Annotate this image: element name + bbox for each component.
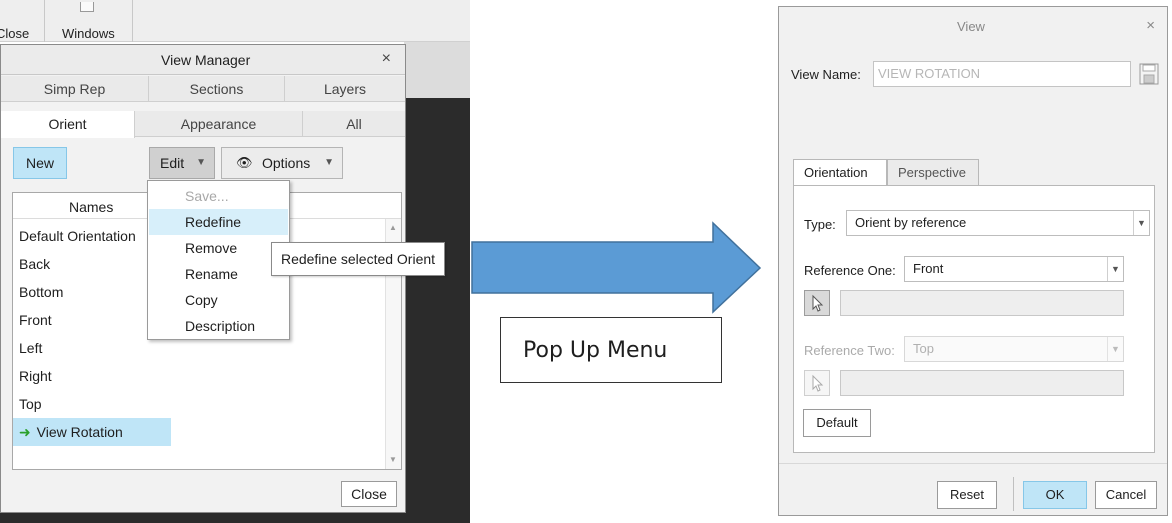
windows-icon (80, 2, 94, 12)
tab-perspective[interactable]: Perspective (887, 159, 979, 186)
reset-button[interactable]: Reset (937, 481, 997, 509)
list-item-selected[interactable]: ➜ View Rotation (13, 418, 171, 446)
edit-dropdown-menu: Save... Redefine Remove Rename Copy Desc… (147, 180, 290, 340)
footer-divider (779, 463, 1167, 464)
reference-one-label: Reference One: (804, 263, 896, 278)
callout-box: Pop Up Menu (500, 317, 722, 383)
options-menu-button[interactable]: 👁 Options ▼ (221, 147, 343, 179)
menu-item-remove[interactable]: Remove (149, 235, 288, 261)
dialog-title: View (957, 19, 985, 34)
type-select[interactable]: Orient by reference ▼ (846, 210, 1150, 236)
background-toolbar: Close Windows (0, 0, 470, 42)
dialog-title: View Manager (161, 52, 251, 68)
tab-orientation[interactable]: Orientation (793, 159, 887, 187)
selected-item-label: View Rotation (36, 424, 123, 440)
cursor-arrow-icon (812, 294, 824, 312)
view-name-field[interactable]: VIEW ROTATION (873, 61, 1131, 87)
list-item[interactable]: Top (13, 390, 171, 418)
tooltip: Redefine selected Orient (271, 242, 445, 276)
names-column-header: Names (69, 199, 114, 215)
cursor-arrow-icon (812, 374, 824, 392)
chevron-down-icon: ▼ (196, 157, 206, 168)
reference-one-pick-button[interactable] (804, 290, 830, 316)
view-dialog-titlebar: View × (779, 7, 1167, 47)
scroll-down-icon[interactable]: ▼ (389, 455, 397, 464)
callout-text: Pop Up Menu (523, 338, 668, 363)
reference-one-collector[interactable] (840, 290, 1124, 316)
type-label: Type: (804, 217, 836, 232)
toolbar-separator (44, 0, 45, 42)
edit-label: Edit (160, 155, 185, 171)
toolbar-close-label[interactable]: Close (0, 26, 29, 41)
edit-menu-button[interactable]: Edit ▼ (149, 147, 215, 179)
graphics-area (404, 42, 470, 523)
close-icon[interactable]: × (382, 50, 391, 68)
button-separator (1013, 477, 1014, 511)
scroll-up-icon[interactable]: ▲ (389, 223, 397, 232)
menu-item-redefine[interactable]: Redefine (149, 209, 288, 235)
eye-icon: 👁 (236, 155, 253, 170)
menu-item-copy[interactable]: Copy (149, 287, 288, 313)
menu-item-description[interactable]: Description (149, 313, 288, 339)
tab-row-1: Simp Rep Sections Layers (1, 76, 405, 102)
tab-sections[interactable]: Sections (149, 76, 285, 102)
type-value: Orient by reference (855, 215, 967, 230)
options-label: Options (262, 155, 311, 171)
graphics-area-header (404, 42, 470, 98)
reference-one-value: Front (913, 261, 944, 276)
toolbar-windows-label[interactable]: Windows (62, 26, 115, 41)
tab-row-2: Orient Appearance All (1, 111, 405, 138)
chevron-down-icon: ▼ (1107, 337, 1123, 361)
tab-orient[interactable]: Orient (1, 111, 135, 138)
cancel-button[interactable]: Cancel (1095, 481, 1157, 509)
toolbar-separator (132, 0, 133, 42)
floppy-disk-icon[interactable] (1139, 63, 1159, 85)
menu-item-rename[interactable]: Rename (149, 261, 288, 287)
green-arrow-icon: ➜ (19, 424, 31, 440)
tab-layers[interactable]: Layers (285, 76, 405, 102)
default-button[interactable]: Default (803, 409, 871, 437)
right-arrow-icon (471, 221, 762, 314)
reference-one-select[interactable]: Front ▼ (904, 256, 1124, 282)
ok-button[interactable]: OK (1023, 481, 1087, 509)
tab-simp-rep[interactable]: Simp Rep (1, 76, 149, 102)
chevron-down-icon: ▼ (1133, 211, 1149, 235)
close-icon[interactable]: × (1146, 17, 1155, 34)
list-item[interactable]: Right (13, 362, 171, 390)
tab-all[interactable]: All (303, 111, 405, 137)
reference-two-pick-button[interactable] (804, 370, 830, 396)
chevron-down-icon: ▼ (1107, 257, 1123, 281)
view-name-label: View Name: (791, 67, 861, 82)
reference-two-select[interactable]: Top ▼ (904, 336, 1124, 362)
reference-two-label: Reference Two: (804, 343, 895, 358)
menu-item-save: Save... (185, 188, 229, 204)
reference-two-value: Top (913, 341, 934, 356)
reference-two-collector[interactable] (840, 370, 1124, 396)
tab-appearance[interactable]: Appearance (135, 111, 303, 137)
chevron-down-icon: ▼ (324, 157, 334, 168)
close-button[interactable]: Close (341, 481, 397, 507)
view-dialog: View × View Name: VIEW ROTATION Orientat… (778, 6, 1168, 516)
new-button[interactable]: New (13, 147, 67, 179)
view-manager-titlebar: View Manager × (1, 45, 405, 75)
